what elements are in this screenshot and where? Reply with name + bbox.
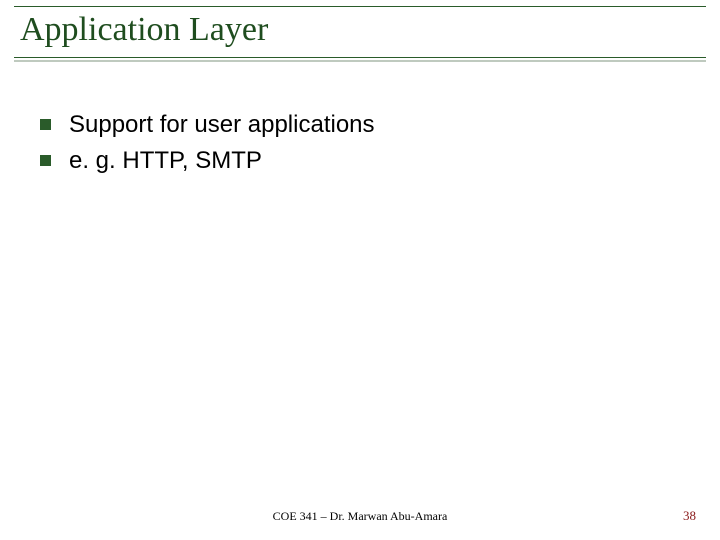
list-item: Support for user applications xyxy=(40,110,680,140)
title-underline-shadow xyxy=(14,60,706,62)
page-number: 38 xyxy=(683,508,696,524)
title-top-rule xyxy=(14,6,706,7)
bullet-text: Support for user applications xyxy=(69,110,375,140)
list-item: e. g. HTTP, SMTP xyxy=(40,146,680,176)
title-underline xyxy=(14,57,706,58)
square-bullet-icon xyxy=(40,119,51,130)
slide-title: Application Layer xyxy=(14,9,706,57)
bullet-list: Support for user applications e. g. HTTP… xyxy=(40,110,680,176)
square-bullet-icon xyxy=(40,155,51,166)
title-region: Application Layer xyxy=(14,6,706,62)
bullet-text: e. g. HTTP, SMTP xyxy=(69,146,262,176)
slide: Application Layer Support for user appli… xyxy=(0,0,720,540)
footer-text: COE 341 – Dr. Marwan Abu-Amara xyxy=(0,509,720,524)
content-area: Support for user applications e. g. HTTP… xyxy=(40,110,680,182)
